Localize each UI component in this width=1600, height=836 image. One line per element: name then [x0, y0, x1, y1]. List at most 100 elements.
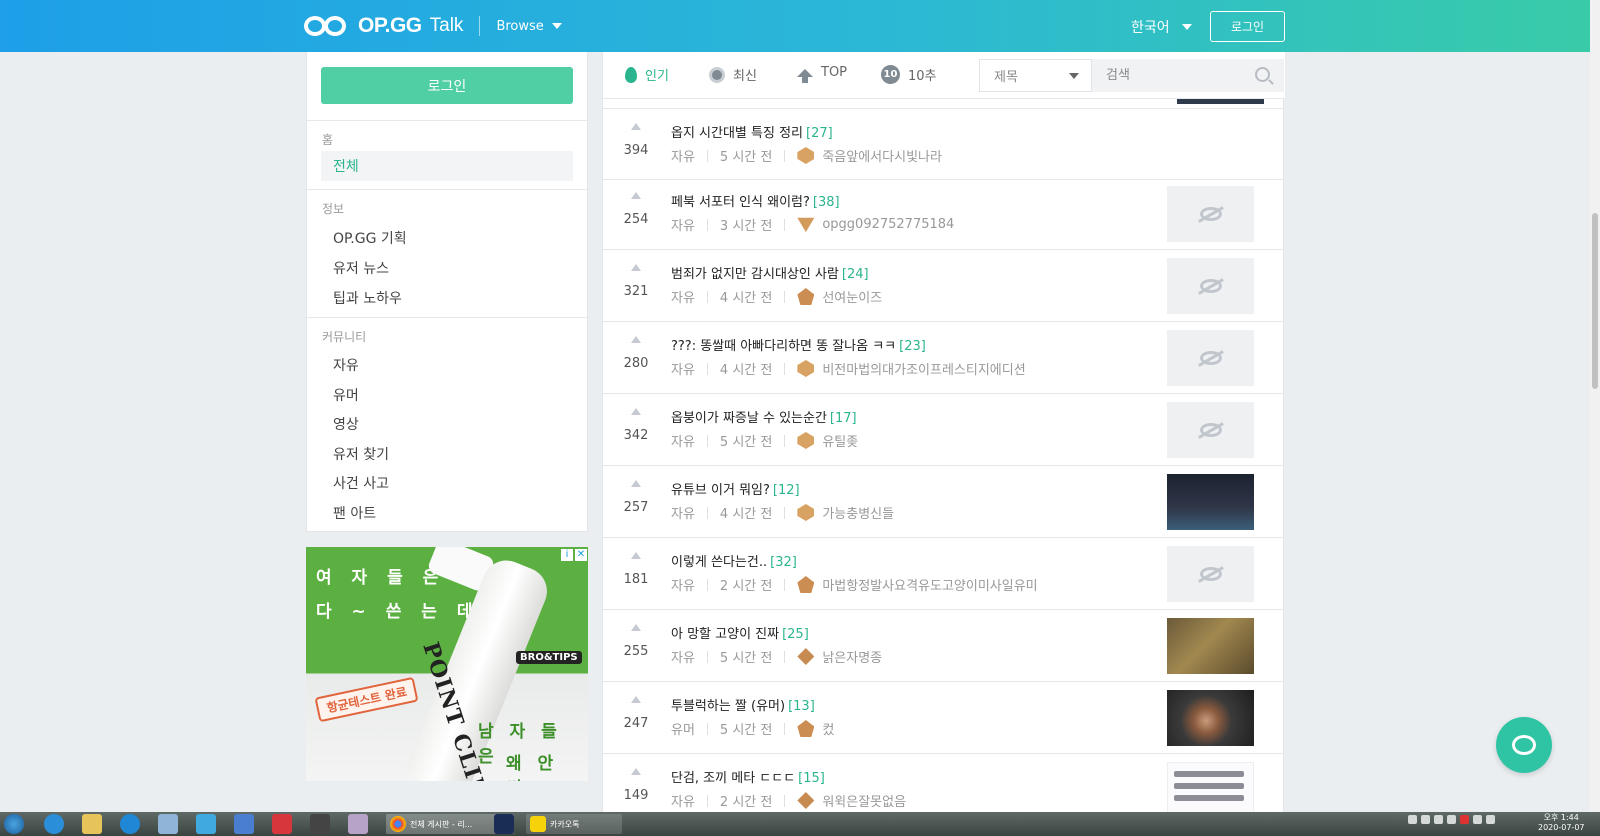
browse-menu[interactable]: Browse — [496, 19, 562, 34]
post-thumbnail-hidden[interactable] — [1167, 330, 1254, 386]
post-thumbnail[interactable] — [1167, 474, 1254, 530]
upvote-icon[interactable] — [631, 123, 641, 130]
post-author[interactable]: 비전마법의대가조이프레스티지에디션 — [822, 359, 1025, 378]
app-icon[interactable] — [196, 814, 216, 834]
upvote-icon[interactable] — [631, 336, 641, 343]
upvote-icon[interactable] — [631, 264, 641, 271]
tab-popular[interactable]: 인기 — [625, 65, 669, 84]
app-icon[interactable] — [272, 814, 292, 834]
tier-badge-icon — [797, 432, 815, 449]
sidebar-item-fan-art[interactable]: 팬 아트 — [333, 503, 376, 523]
meta-divider — [784, 218, 786, 231]
sidebar-item-opgg-plan[interactable]: OP.GG 기획 — [333, 228, 407, 248]
post-author[interactable]: 컸 — [822, 719, 834, 738]
scrollbar-thumb[interactable] — [1592, 213, 1598, 389]
tab-ten-likes[interactable]: 10 10추 — [881, 65, 937, 84]
post-thumbnail[interactable] — [1167, 762, 1254, 818]
ad-close-icon[interactable]: ✕ — [575, 549, 587, 561]
sidebar-item-find-user[interactable]: 유저 찾기 — [333, 444, 389, 464]
page-scrollbar[interactable] — [1590, 0, 1600, 812]
start-button-icon[interactable] — [4, 814, 24, 834]
upvote-icon[interactable] — [631, 480, 641, 487]
app-icon[interactable] — [494, 814, 514, 834]
post-row[interactable]: 247 투블럭하는 짤 (유머) [13] 유머 5 시간 전 컸 — [603, 682, 1285, 754]
post-thumbnail-hidden[interactable] — [1167, 186, 1254, 242]
post-author[interactable]: opgg092752775184 — [822, 217, 954, 232]
post-author[interactable]: 죽음앞에서다시빛나라 — [822, 146, 942, 165]
opgg-talk-logo[interactable]: OP.GG Talk Browse — [304, 14, 562, 38]
post-thumbnail-hidden[interactable] — [1167, 258, 1254, 314]
post-row[interactable]: 280 ???: 똥쌀때 아빠다리하면 똥 잘나옴 ㅋㅋ [23] 자유 4 시간 전 비… — [603, 322, 1285, 394]
search-icon[interactable] — [1255, 67, 1270, 82]
post-author[interactable]: 워윅은잘못없음 — [822, 791, 906, 810]
post-title-link[interactable]: 단검, 조끼 메타 ㄷㄷㄷ [15] — [671, 767, 825, 786]
post-category: 자유 — [671, 363, 695, 378]
upvote-icon[interactable] — [631, 552, 641, 559]
post-row[interactable]: 321 범죄가 없지만 감시대상인 사람 [24] 자유 4 시간 전 선여눈이즈 — [603, 250, 1285, 322]
post-title-link[interactable]: 범죄가 없지만 감시대상인 사람 [24] — [671, 263, 869, 282]
sidebar-item-free[interactable]: 자유 — [333, 355, 359, 375]
header-login-button[interactable]: 로그인 — [1210, 11, 1285, 42]
sidebar-item-all[interactable]: 전체 — [321, 151, 573, 181]
post-row[interactable]: 342 옵붕이가 짜증날 수 있는순간 [17] 자유 5 시간 전 유틸좆 — [603, 394, 1285, 466]
edge-icon[interactable] — [120, 814, 140, 834]
sidebar-item-incidents[interactable]: 사건 사고 — [333, 473, 389, 493]
app-icon[interactable] — [234, 814, 254, 834]
app-icon[interactable] — [348, 814, 368, 834]
tray-icon[interactable] — [1447, 815, 1456, 824]
upvote-icon[interactable] — [631, 624, 641, 631]
post-title-link[interactable]: 아 망할 고양이 진짜 [25] — [671, 623, 809, 642]
sidebar-item-tips[interactable]: 팁과 노하우 — [333, 288, 402, 308]
post-title-link[interactable]: 옵지 시간대별 특징 정리 [27] — [671, 122, 833, 141]
sidebar-item-user-news[interactable]: 유저 뉴스 — [333, 258, 389, 278]
post-row[interactable]: 394 옵지 시간대별 특징 정리 [27] 자유 5 시간 전 죽음앞에서다시빛나라 — [603, 108, 1285, 180]
chat-button[interactable] — [1496, 717, 1552, 773]
volume-icon[interactable] — [1486, 815, 1495, 824]
tray-icon[interactable] — [1421, 815, 1430, 824]
post-author[interactable]: 유틸좆 — [822, 431, 858, 450]
tray-icon[interactable] — [1408, 815, 1417, 824]
post-author[interactable]: 가능충병신들 — [822, 503, 894, 522]
post-thumbnail[interactable] — [1167, 690, 1254, 746]
search-input[interactable] — [1106, 68, 1246, 83]
post-thumbnail[interactable] — [1167, 618, 1254, 674]
post-title-link[interactable]: 투블럭하는 짤 (유머) [13] — [671, 695, 815, 714]
ad-headline: 여 자 들 은 — [316, 568, 446, 588]
post-author[interactable]: 선여눈이즈 — [822, 287, 882, 306]
post-row[interactable]: 254 페북 서포터 인식 왜이럼? [38] 자유 3 시간 전 opgg0927527… — [603, 178, 1285, 250]
ad-info-icon[interactable]: i — [561, 549, 573, 561]
system-clock[interactable]: 오후 1:44 2020-07-07 — [1538, 813, 1585, 833]
upvote-icon[interactable] — [631, 696, 641, 703]
post-title-link[interactable]: 페북 서포터 인식 왜이럼? [38] — [671, 191, 840, 210]
search-type-select[interactable]: 제목 — [979, 59, 1092, 92]
post-author[interactable]: 마법항정발사요격유도고양이미사일유미 — [822, 575, 1037, 594]
upvote-icon[interactable] — [631, 192, 641, 199]
sidebar-item-humor[interactable]: 유머 — [333, 385, 359, 405]
post-thumbnail-hidden[interactable] — [1167, 402, 1254, 458]
tray-icon[interactable] — [1460, 815, 1469, 824]
folder-icon[interactable] — [82, 814, 102, 834]
upvote-icon[interactable] — [631, 768, 641, 775]
sidebar-item-video[interactable]: 영상 — [333, 414, 359, 434]
post-title-link[interactable]: 옵붕이가 짜증날 수 있는순간 [17] — [671, 407, 857, 426]
sidebar-login-button[interactable]: 로그인 — [321, 67, 573, 104]
app-icon[interactable] — [158, 814, 178, 834]
taskbar-task-kakaotalk[interactable]: 카카오톡 — [526, 814, 622, 834]
post-title-link[interactable]: 이렇게 쓴다는건.. [32] — [671, 551, 797, 570]
post-thumbnail-hidden[interactable] — [1167, 546, 1254, 602]
post-title-link[interactable]: ???: 똥쌀때 아빠다리하면 똥 잘나옴 ㅋㅋ [23] — [671, 335, 926, 354]
app-icon[interactable] — [310, 814, 330, 834]
advertisement-banner[interactable]: 여 자 들 은 다 ~ 쓴 는 데 POINT CLINIC BRO&TIPS … — [306, 547, 588, 781]
tab-top[interactable]: TOP — [797, 65, 847, 83]
post-row[interactable]: 255 아 망할 고양이 진짜 [25] 자유 5 시간 전 낡은자명종 — [603, 610, 1285, 682]
post-row[interactable]: 181 이렇게 쓴다는건.. [32] 자유 2 시간 전 마법항정발사요격유도고양이미사… — [603, 538, 1285, 610]
post-title-link[interactable]: 유튜브 이거 뭐임? [12] — [671, 479, 800, 498]
language-select[interactable]: 한국어 — [1131, 17, 1192, 37]
post-author[interactable]: 낡은자명종 — [822, 647, 882, 666]
post-row[interactable]: 257 유튜브 이거 뭐임? [12] 자유 4 시간 전 가능충병신들 — [603, 466, 1285, 538]
tray-icon[interactable] — [1434, 815, 1443, 824]
network-icon[interactable] — [1473, 815, 1482, 824]
ie-icon[interactable] — [44, 814, 64, 834]
tab-latest[interactable]: 최신 — [709, 65, 757, 84]
upvote-icon[interactable] — [631, 408, 641, 415]
